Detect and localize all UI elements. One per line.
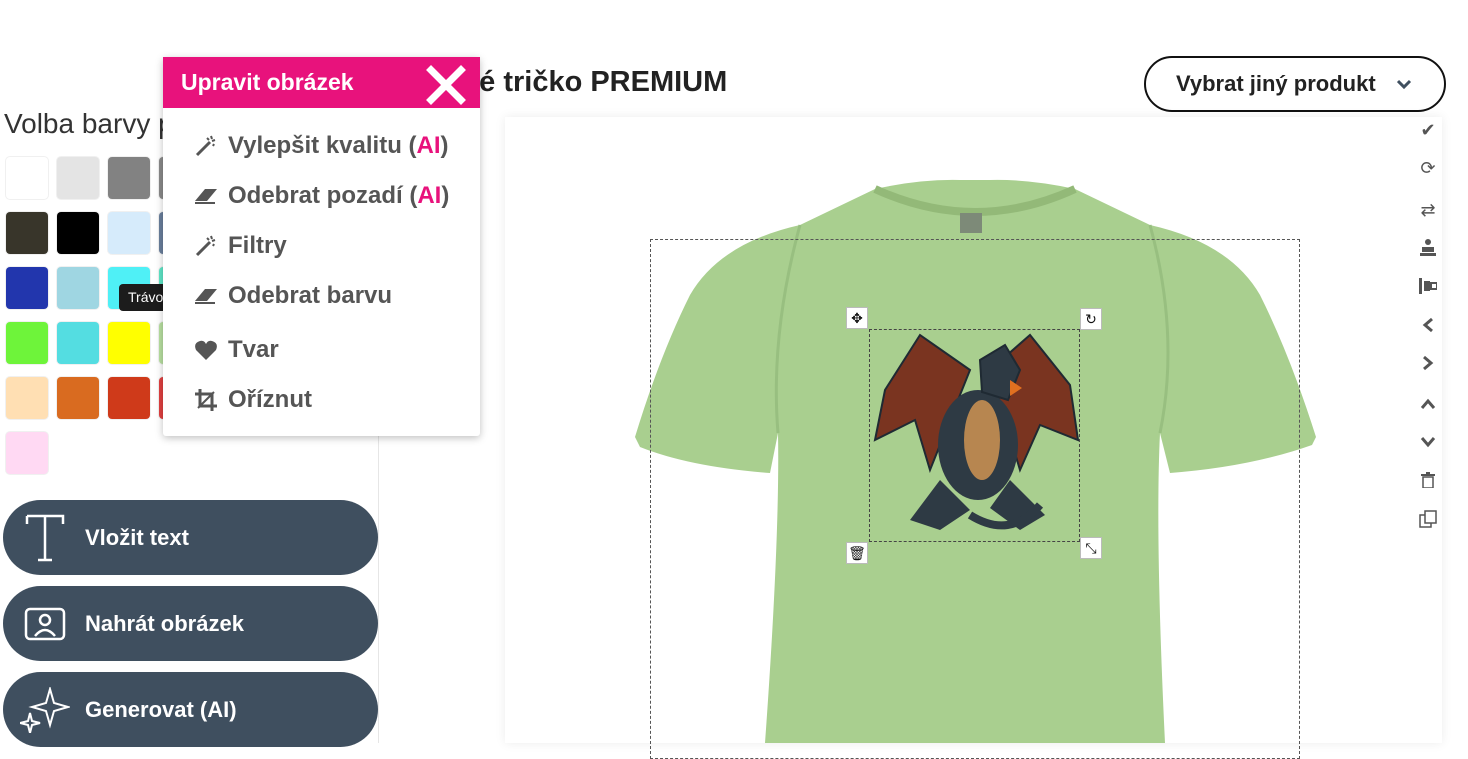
- menu-suffix: ): [440, 132, 449, 159]
- popup-title: Upravit obrázek: [181, 69, 354, 95]
- color-swatch[interactable]: [108, 377, 150, 419]
- color-swatch[interactable]: [108, 212, 150, 254]
- chevron-left-icon[interactable]: [1416, 313, 1440, 337]
- upload-image-button[interactable]: Nahrát obrázek: [3, 586, 378, 661]
- heart-icon: [193, 337, 219, 363]
- color-swatch[interactable]: [6, 322, 48, 364]
- menu-label: Oříznut: [228, 386, 312, 413]
- product-select-label: Vybrat jiný produkt: [1176, 71, 1376, 96]
- eraser-icon: [193, 183, 219, 209]
- eraser-icon: [193, 283, 219, 309]
- menu-improve-quality[interactable]: Vylepšit kvalitu (AI): [193, 130, 449, 162]
- color-swatch[interactable]: [6, 157, 48, 199]
- resize-icon[interactable]: ⤡: [1080, 537, 1102, 559]
- sparkles-icon: [15, 680, 75, 740]
- color-swatch[interactable]: [57, 157, 99, 199]
- copy-icon[interactable]: [1416, 507, 1440, 531]
- check-icon[interactable]: ✔: [1416, 118, 1440, 142]
- generate-ai-label: Generovat (AI): [85, 696, 237, 722]
- ai-tag: AI: [416, 132, 441, 159]
- delete-icon[interactable]: 🗑: [846, 542, 868, 564]
- chevron-down-icon[interactable]: [1416, 430, 1440, 454]
- menu-remove-background[interactable]: Odebrat pozadí (AI): [193, 180, 449, 212]
- chevron-up-icon[interactable]: [1416, 392, 1440, 416]
- align-icon[interactable]: [1416, 274, 1440, 298]
- swap-icon[interactable]: ⇄: [1416, 198, 1440, 222]
- color-swatch[interactable]: [57, 267, 99, 309]
- popup-header: Upravit obrázek: [163, 57, 480, 108]
- chevron-down-icon: [1396, 74, 1412, 95]
- crop-icon: [193, 387, 219, 413]
- move-icon[interactable]: ✥: [846, 307, 868, 329]
- generate-ai-button[interactable]: Generovat (AI): [3, 672, 378, 747]
- edit-image-popup: Upravit obrázek Vylepšit kvalitu (AI) Od…: [163, 57, 480, 436]
- color-swatch[interactable]: [6, 377, 48, 419]
- chevron-right-icon[interactable]: [1416, 351, 1440, 375]
- insert-text-label: Vložit text: [85, 524, 189, 550]
- stamp-icon[interactable]: [1416, 235, 1440, 259]
- menu-label: Odebrat barvu: [228, 282, 393, 309]
- refresh-icon[interactable]: ⟳: [1416, 156, 1440, 180]
- color-swatch[interactable]: [57, 377, 99, 419]
- menu-filters[interactable]: Filtry: [193, 230, 287, 262]
- rotate-icon[interactable]: ↻: [1080, 308, 1102, 330]
- menu-label: Vylepšit kvalitu (: [228, 132, 417, 159]
- magic-wand-icon: [193, 133, 219, 159]
- color-swatch[interactable]: [57, 212, 99, 254]
- menu-label: Tvar: [228, 336, 279, 363]
- color-swatch[interactable]: [6, 267, 48, 309]
- trash-icon[interactable]: [1416, 468, 1440, 492]
- dragon-artwork: [873, 333, 1080, 530]
- selected-image[interactable]: [869, 329, 1080, 542]
- menu-crop[interactable]: Oříznut: [193, 384, 312, 416]
- color-swatch[interactable]: [108, 157, 150, 199]
- color-label: Volba barvy p: [4, 108, 174, 139]
- color-swatch[interactable]: [6, 432, 48, 474]
- magic-wand-icon: [193, 233, 219, 259]
- menu-label: Odebrat pozadí (: [228, 182, 418, 209]
- product-title: ké tričko PREMIUM: [463, 66, 728, 98]
- menu-shape[interactable]: Tvar: [193, 334, 279, 366]
- color-swatch[interactable]: [57, 322, 99, 364]
- upload-image-icon: [15, 594, 75, 654]
- insert-text-button[interactable]: Vložit text: [3, 500, 378, 575]
- ai-tag: AI: [417, 182, 442, 209]
- color-swatch[interactable]: [108, 322, 150, 364]
- text-icon: [15, 508, 75, 568]
- close-icon[interactable]: [426, 65, 466, 105]
- menu-suffix: ): [441, 182, 450, 209]
- menu-label: Filtry: [228, 232, 287, 259]
- color-swatch[interactable]: [6, 212, 48, 254]
- upload-image-label: Nahrát obrázek: [85, 610, 244, 636]
- menu-remove-color[interactable]: Odebrat barvu: [193, 280, 392, 312]
- product-select-button[interactable]: Vybrat jiný produkt: [1144, 56, 1446, 112]
